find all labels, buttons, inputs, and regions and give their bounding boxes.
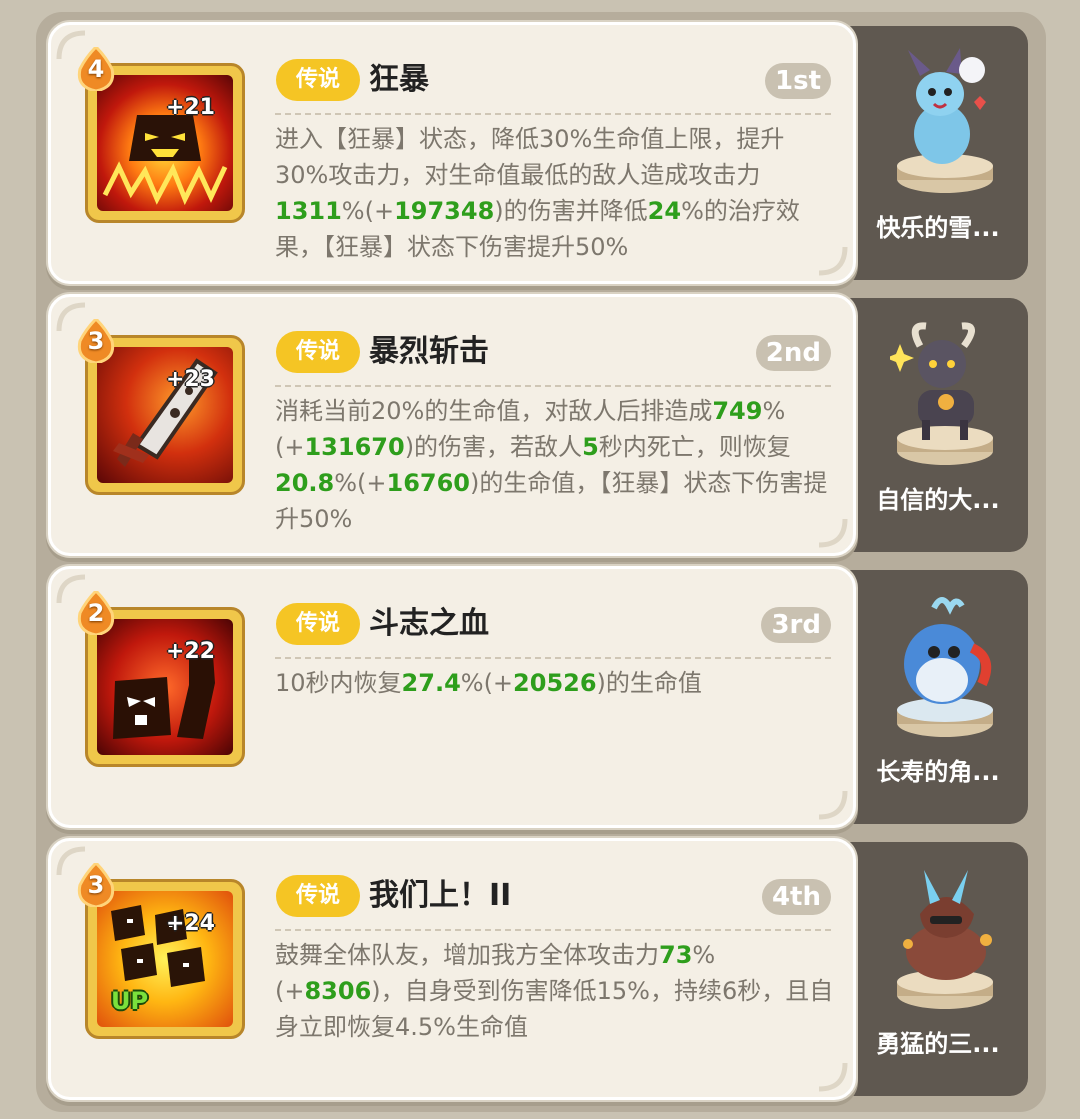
skill-card[interactable]: +23 3 传说 暴烈斩击 2nd 消耗当前20%的生命值，对敌人后排造成749… — [48, 294, 856, 556]
skill-description: 进入【狂暴】状态，降低30%生命值上限，提升30%攻击力，对生命值最低的敌人造成… — [275, 121, 835, 265]
skill-description: 鼓舞全体队友，增加我方全体攻击力73%(+8306)，自身受到伤害降低15%，持… — [275, 937, 835, 1045]
description-text: %(+ — [341, 197, 395, 225]
rarity-badge: 传说 — [276, 59, 360, 101]
pet-side-panel[interactable]: 自信的大... — [848, 298, 1028, 552]
pet-side-panel[interactable]: 勇猛的三... — [848, 842, 1028, 1096]
description-text: )的伤害并降低 — [494, 197, 648, 225]
highlight-value: 73 — [659, 941, 693, 969]
skill-card-row[interactable]: 自信的大... +23 3 传说 暴烈斩击 2nd 消耗当前20%的生命值，对敌… — [48, 294, 1028, 556]
pet-name: 长寿的角... — [876, 758, 1000, 786]
rarity-badge: 传说 — [276, 331, 360, 373]
rarity-badge: 传说 — [276, 603, 360, 645]
highlight-value: 16760 — [386, 469, 471, 497]
corner-ornament-icon — [818, 790, 848, 820]
skill-name: 暴烈斩击 — [369, 334, 489, 369]
rank-badge: 3rd — [761, 607, 831, 643]
skill-description: 消耗当前20%的生命值，对敌人后排造成749 %(+ 131670)的伤害，若敌人5… — [275, 393, 835, 537]
highlight-value: 27.4 — [401, 669, 461, 697]
fighting-blood-icon: +22 — [97, 619, 233, 755]
description-text: %(+ — [460, 669, 514, 697]
highlight-value: 20526 — [513, 669, 597, 697]
skill-bonus-label: +24 — [165, 911, 215, 936]
berserk-icon: +21 — [97, 75, 233, 211]
pet-name: 自信的大... — [876, 486, 1000, 514]
highlight-value: 5 — [582, 433, 599, 461]
skill-card[interactable]: +22 2 传说 斗志之血 3rd 10秒内恢复27.4%(+20526)的生命… — [48, 566, 856, 828]
dashed-divider — [275, 657, 831, 659]
pet-side-panel[interactable]: 快乐的雪... — [848, 26, 1028, 280]
longevity-whale-pet-icon — [897, 597, 993, 737]
skill-card-row[interactable]: 长寿的角... +22 2 传说 斗志之血 3rd 10秒内恢复27.4%(+2… — [48, 566, 1028, 828]
skill-name: 我们上！II — [369, 878, 512, 913]
pet-side-panel[interactable]: 长寿的角... — [848, 570, 1028, 824]
pet-name: 勇猛的三... — [876, 1030, 1000, 1058]
description-text: 进入【狂暴】状态，降低30%生命值上限，提升30%攻击力，对生命值最低的敌人造成… — [275, 125, 785, 189]
skill-name: 斗志之血 — [369, 606, 489, 641]
skill-level-badge: 4 — [76, 44, 116, 93]
skill-level-badge: 3 — [76, 316, 116, 365]
highlight-value: 131670 — [304, 433, 405, 461]
skill-description: 10秒内恢复27.4%(+20526)的生命值 — [275, 665, 835, 701]
sword-slash-icon: +23 — [97, 347, 233, 483]
skill-level-number: 3 — [87, 327, 105, 355]
description-text: 鼓舞全体队友，增加我方全体攻击力 — [275, 941, 659, 969]
highlight-value: 24 — [647, 197, 682, 225]
upgrade-tag: UP — [111, 987, 149, 1015]
description-text: %(+ — [334, 469, 387, 497]
rank-badge: 4th — [761, 879, 831, 915]
skill-bonus-label: +21 — [165, 95, 215, 120]
skill-bonus-label: +23 — [165, 367, 215, 392]
pet-name: 快乐的雪... — [876, 214, 1000, 242]
skill-card-row[interactable]: 快乐的雪... +21 4 传说 狂暴 1st 进入【狂暴】状态，降低30%生命… — [48, 22, 1028, 284]
description-text: )的生命值 — [596, 669, 702, 697]
dashed-divider — [275, 929, 831, 931]
skill-bonus-label: +22 — [165, 639, 215, 664]
skill-level-number: 2 — [87, 599, 105, 627]
skill-level-badge: 3 — [76, 860, 116, 909]
dashed-divider — [275, 113, 831, 115]
rally-charge-icon: +24 UP — [97, 891, 233, 1027]
dashed-divider — [275, 385, 831, 387]
skill-card[interactable]: +24 UP 3 传说 我们上！II 4th 鼓舞全体队友，增加我方全体攻击力7… — [48, 838, 856, 1100]
skill-card-row[interactable]: 勇猛的三... +24 UP 3 传说 我们上！II 4th 鼓舞全体队友，增加… — [48, 838, 1028, 1100]
snow-rabbit-pet-icon — [897, 48, 993, 193]
highlight-value: 20.8 — [275, 469, 335, 497]
rank-badge: 2nd — [755, 335, 831, 371]
highlight-value: 197348 — [394, 197, 495, 225]
highlight-value: 1311 — [275, 197, 342, 225]
rank-badge: 1st — [765, 63, 831, 99]
highlight-value: 749 — [712, 397, 763, 425]
brave-triceratops-pet-icon — [897, 870, 993, 1009]
skill-level-number: 3 — [87, 871, 105, 899]
description-text: )的伤害，若敌人 — [404, 433, 583, 461]
description-text: 消耗当前20%的生命值，对敌人后排造成 — [275, 397, 713, 425]
skill-card[interactable]: +21 4 传说 狂暴 1st 进入【狂暴】状态，降低30%生命值上限，提升30… — [48, 22, 856, 284]
description-text: 10秒内恢复 — [275, 669, 402, 697]
description-text: 秒内死亡，则恢复 — [598, 433, 791, 461]
confident-goat-pet-icon — [890, 322, 993, 465]
rarity-badge: 传说 — [276, 875, 360, 917]
corner-ornament-icon — [818, 1062, 848, 1092]
skill-name: 狂暴 — [369, 62, 429, 97]
skill-level-badge: 2 — [76, 588, 116, 637]
skill-level-number: 4 — [87, 55, 105, 83]
highlight-value: 8306 — [304, 977, 372, 1005]
